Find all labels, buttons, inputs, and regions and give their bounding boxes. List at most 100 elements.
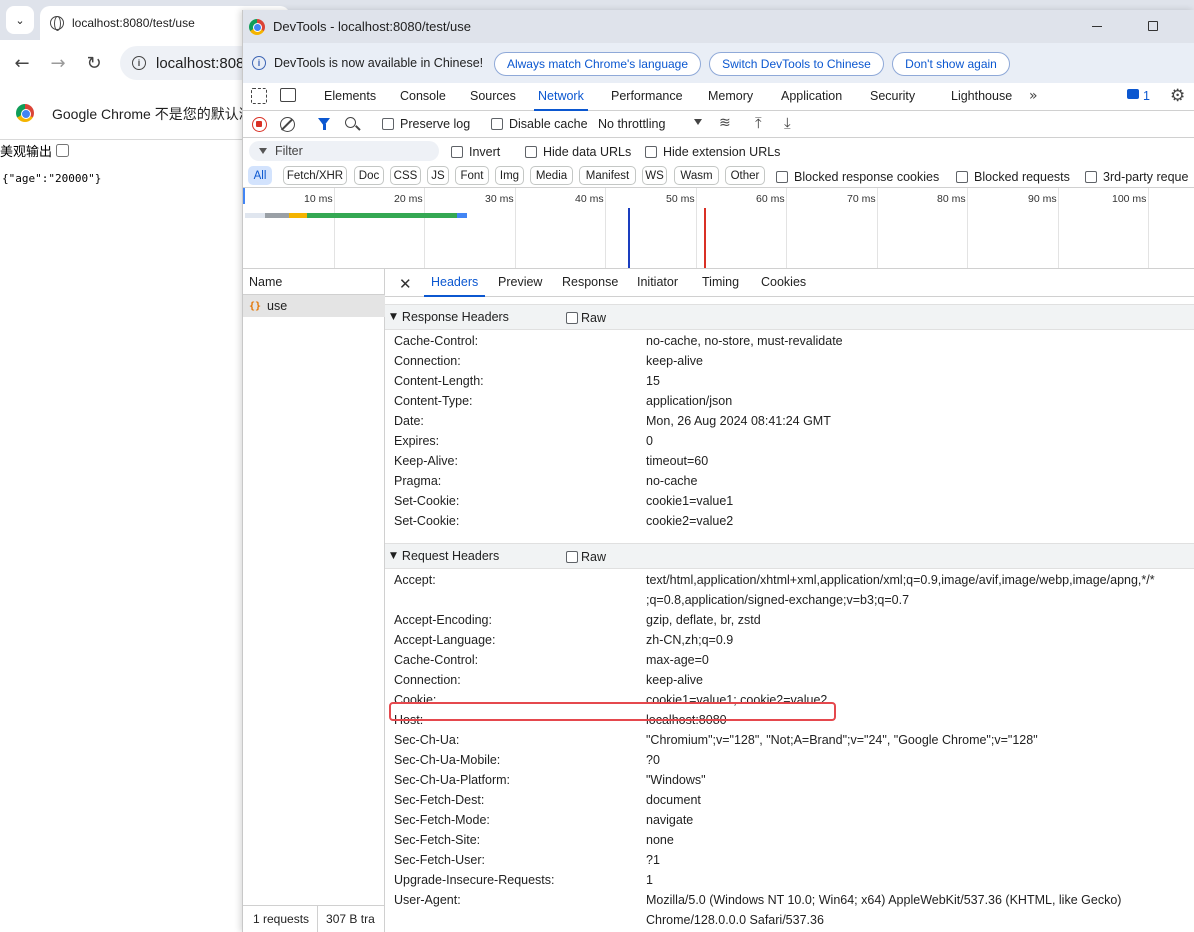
- response-header-row: Pragma: no-cache: [385, 472, 1194, 492]
- tab-timing[interactable]: Timing: [702, 269, 739, 297]
- blocked-requests-checkbox[interactable]: [956, 171, 968, 183]
- close-icon[interactable]: ✕: [399, 275, 412, 293]
- tab-preview[interactable]: Preview: [498, 269, 542, 297]
- dont-show-again-button[interactable]: Don't show again: [892, 52, 1010, 76]
- export-har-icon[interactable]: ⤓: [784, 114, 791, 132]
- more-tabs-icon[interactable]: »: [1029, 88, 1038, 104]
- type-ws[interactable]: WS: [642, 166, 667, 185]
- settings-gear-icon[interactable]: ⚙: [1170, 86, 1185, 106]
- preserve-log-toggle[interactable]: Preserve log: [382, 117, 470, 131]
- header-value: "Windows": [646, 773, 706, 787]
- requests-count: 1 requests: [253, 912, 310, 926]
- request-details: ✕ Headers Preview Response Initiator Tim…: [385, 269, 1194, 932]
- hide-extension-urls-toggle[interactable]: Hide extension URLs: [645, 145, 780, 159]
- request-header-row: Sec-Fetch-User: ?1: [385, 851, 1194, 871]
- maximize-icon[interactable]: [1148, 21, 1158, 31]
- filter-bar: Filter Invert Hide data URLs Hide extens…: [243, 138, 1194, 164]
- request-headers-section[interactable]: ▼ Request Headers Raw: [385, 543, 1194, 569]
- network-conditions-icon[interactable]: ≋: [719, 115, 731, 131]
- response-raw-toggle[interactable]: Raw: [566, 311, 606, 325]
- dropdown-arrow-icon[interactable]: [694, 119, 702, 125]
- issues-icon[interactable]: [1127, 89, 1139, 99]
- type-font[interactable]: Font: [455, 166, 489, 185]
- pretty-print-checkbox[interactable]: [56, 144, 70, 157]
- type-fetch-xhr[interactable]: Fetch/XHR: [283, 166, 347, 185]
- disable-cache-label: Disable cache: [509, 117, 588, 131]
- hide-data-urls-checkbox[interactable]: [525, 146, 537, 158]
- response-raw-checkbox[interactable]: [566, 312, 578, 324]
- header-name: Sec-Ch-Ua-Mobile:: [394, 753, 501, 767]
- tab-response[interactable]: Response: [562, 269, 618, 297]
- header-name: User-Agent:: [394, 893, 461, 907]
- tab-performance[interactable]: Performance: [611, 83, 683, 111]
- network-timeline-overview[interactable]: 10 ms 20 ms 30 ms 40 ms 50 ms 60 ms 70 m…: [243, 188, 1194, 269]
- invert-checkbox[interactable]: [451, 146, 463, 158]
- request-row[interactable]: {} use: [243, 295, 385, 317]
- tab-cookies[interactable]: Cookies: [761, 269, 806, 297]
- disable-cache-toggle[interactable]: Disable cache: [491, 117, 588, 131]
- header-name: Date:: [394, 414, 424, 428]
- forward-arrow-icon[interactable]: →: [47, 52, 69, 74]
- header-name: Sec-Fetch-Dest:: [394, 793, 485, 807]
- import-har-icon[interactable]: ⤒: [755, 114, 762, 132]
- tab-memory[interactable]: Memory: [708, 83, 753, 111]
- minimize-icon[interactable]: [1092, 26, 1102, 27]
- type-doc[interactable]: Doc: [354, 166, 384, 185]
- preserve-log-checkbox[interactable]: [382, 118, 394, 130]
- invert-toggle[interactable]: Invert: [451, 145, 500, 159]
- tab-application[interactable]: Application: [781, 83, 842, 111]
- type-img[interactable]: Img: [495, 166, 524, 185]
- clear-log-icon[interactable]: [280, 117, 295, 132]
- filter-input[interactable]: Filter: [249, 141, 439, 161]
- blocked-response-cookies-checkbox[interactable]: [776, 171, 788, 183]
- type-wasm[interactable]: Wasm: [674, 166, 719, 185]
- tab-search-button[interactable]: ⌄: [6, 6, 34, 34]
- type-js[interactable]: JS: [427, 166, 449, 185]
- third-party-toggle[interactable]: 3rd-party reque: [1085, 170, 1188, 184]
- header-value: timeout=60: [646, 454, 709, 468]
- response-headers-section[interactable]: ▼ Response Headers Raw: [385, 304, 1194, 330]
- hide-extension-urls-checkbox[interactable]: [645, 146, 657, 158]
- request-list: Name {} use 1 requests 307 B tra: [243, 269, 385, 932]
- devtools-panel-tabs: Elements Console Sources Network Perform…: [243, 83, 1194, 111]
- issues-count[interactable]: 1: [1143, 83, 1150, 111]
- tab-elements[interactable]: Elements: [324, 83, 376, 111]
- tab-headers[interactable]: Headers: [424, 269, 486, 297]
- tab-lighthouse[interactable]: Lighthouse: [951, 83, 1012, 111]
- third-party-checkbox[interactable]: [1085, 171, 1097, 183]
- request-raw-checkbox[interactable]: [566, 551, 578, 563]
- response-header-row: Content-Length: 15: [385, 372, 1194, 392]
- blocked-response-cookies-toggle[interactable]: Blocked response cookies: [776, 170, 939, 184]
- tab-console[interactable]: Console: [400, 83, 446, 111]
- blocked-requests-toggle[interactable]: Blocked requests: [956, 170, 1070, 184]
- json-document-icon: {}: [249, 300, 262, 312]
- tab-initiator[interactable]: Initiator: [637, 269, 678, 297]
- search-icon[interactable]: [345, 117, 356, 128]
- tab-sources[interactable]: Sources: [470, 83, 516, 111]
- hide-data-urls-toggle[interactable]: Hide data URLs: [525, 145, 631, 159]
- blocked-response-cookies-label: Blocked response cookies: [794, 170, 940, 184]
- type-other[interactable]: Other: [725, 166, 765, 185]
- type-all[interactable]: All: [248, 166, 272, 185]
- type-media[interactable]: Media: [530, 166, 573, 185]
- request-raw-toggle[interactable]: Raw: [566, 550, 606, 564]
- dom-content-loaded-marker: [628, 208, 630, 268]
- name-column-header[interactable]: Name: [243, 269, 385, 295]
- site-info-icon[interactable]: i: [132, 56, 146, 70]
- request-header-row: Connection: keep-alive: [385, 671, 1194, 691]
- tab-network[interactable]: Network: [534, 83, 588, 111]
- record-stop-icon[interactable]: [252, 117, 267, 132]
- match-language-button[interactable]: Always match Chrome's language: [494, 52, 701, 76]
- filter-funnel-icon[interactable]: [318, 118, 330, 130]
- header-value: Mozilla/5.0 (Windows NT 10.0; Win64; x64…: [646, 893, 1122, 907]
- switch-to-chinese-button[interactable]: Switch DevTools to Chinese: [709, 52, 884, 76]
- tab-security[interactable]: Security: [870, 83, 915, 111]
- type-css[interactable]: CSS: [390, 166, 421, 185]
- device-toolbar-icon[interactable]: [280, 88, 296, 102]
- inspect-element-icon[interactable]: [251, 88, 267, 104]
- type-manifest[interactable]: Manifest: [579, 166, 636, 185]
- throttling-select[interactable]: No throttling: [598, 117, 665, 131]
- disable-cache-checkbox[interactable]: [491, 118, 503, 130]
- back-arrow-icon[interactable]: ←: [11, 52, 33, 74]
- reload-icon[interactable]: ↻: [83, 52, 105, 74]
